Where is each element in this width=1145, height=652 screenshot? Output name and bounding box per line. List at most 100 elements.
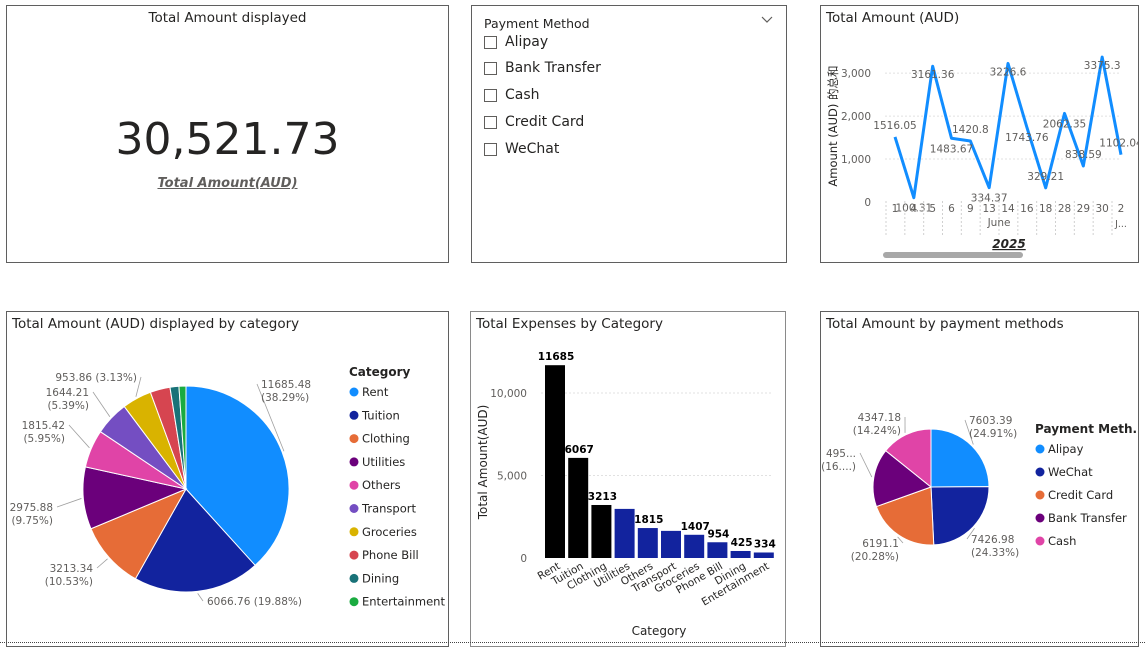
x-tick-label: 16 <box>1020 203 1034 215</box>
legend-marker <box>349 480 359 490</box>
legend-item: Others <box>362 478 401 492</box>
data-label: 1420.8 <box>952 124 989 136</box>
slicer-item-label: WeChat <box>505 141 560 157</box>
data-label: 838.59 <box>1065 149 1102 161</box>
legend-marker <box>349 597 359 607</box>
expenses-bar-chart: 05,00010,000Total Amount(AUD)11685Rent60… <box>476 351 776 638</box>
legend-item: Tuition <box>361 408 400 422</box>
checkbox[interactable] <box>484 142 497 156</box>
slicer-item-credit-card[interactable]: Credit Card <box>484 112 584 132</box>
y-axis-label: Total Amount(AUD) <box>476 405 490 521</box>
legend-marker <box>1035 444 1045 454</box>
bar-value-label: 1407 <box>681 521 710 533</box>
x-axis-label: Category <box>632 624 687 638</box>
legend-marker <box>349 387 359 397</box>
checkbox[interactable] <box>484 88 497 102</box>
slicer-item-bank-transfer[interactable]: Bank Transfer <box>484 58 601 78</box>
legend-item: Alipay <box>1048 442 1084 456</box>
slice-label: 495... <box>826 448 856 460</box>
expenses-bar-tile[interactable]: Total Expenses by Category 0 5,000 10,000 T… <box>470 311 786 647</box>
x-year-label: 2025 <box>992 237 1025 251</box>
y-axis-label: Amount (AUD) 的总和 <box>826 65 840 186</box>
bar <box>637 528 658 558</box>
legend-title: Payment Meth... <box>1035 422 1139 436</box>
slice-label: (24.91%) <box>969 428 1017 440</box>
legend-marker <box>349 434 359 444</box>
x-tick-label: 2 <box>1118 203 1125 215</box>
data-label: 3226.6 <box>990 66 1027 78</box>
data-label: 1743.76 <box>1005 132 1049 144</box>
leader-line <box>68 424 90 449</box>
x-tick-label: 6 <box>948 203 955 215</box>
bar <box>614 508 635 558</box>
x-tick-label: 28 <box>1058 203 1071 215</box>
slice-label: (24.33%) <box>971 547 1019 559</box>
leader-line <box>197 593 204 602</box>
legend-title: Category <box>349 365 411 379</box>
legend-marker <box>349 504 359 513</box>
slicer-item-wechat[interactable]: WeChat <box>484 139 559 159</box>
bar <box>545 365 565 558</box>
bar-value-label: 334 <box>754 538 776 550</box>
slice-label: 953.86 (3.13%) <box>55 372 137 384</box>
legend-marker <box>1035 490 1045 500</box>
y-tick-label: 0 <box>864 197 871 209</box>
x-group-label: J... <box>1114 219 1127 230</box>
legend-item: Bank Transfer <box>1048 511 1127 525</box>
bar <box>591 504 612 558</box>
bar-value-label: 11685 <box>538 351 575 363</box>
checkbox[interactable] <box>484 115 497 129</box>
slice-label: 11685.48 <box>261 379 311 391</box>
payment-pie-tile[interactable]: Total Amount by payment methods 7603.39(… <box>820 311 1139 647</box>
bar-value-label: 954 <box>707 528 729 540</box>
bar <box>707 542 728 558</box>
x-tick-label: 30 <box>1095 203 1108 215</box>
payment-method-slicer[interactable]: Payment Method Alipay Bank Transfer Cash… <box>471 5 787 263</box>
slice-label: (5.39%) <box>47 400 89 412</box>
slicer-item-alipay[interactable]: Alipay <box>484 32 548 52</box>
bar <box>568 457 589 558</box>
line-chart: 0 1,000 2,000 3,000Amount (AUD) 的总和 1516.05 1… <box>826 55 1139 258</box>
legend-item: Cash <box>1048 534 1076 548</box>
total-amount-card[interactable]: Total Amount displayed 30,521.73 Total A… <box>6 5 449 263</box>
slicer-item-cash[interactable]: Cash <box>484 85 540 105</box>
data-label: 1102.04 <box>1099 138 1139 150</box>
legend-marker <box>349 527 359 537</box>
slice-label: (16....) <box>821 461 856 473</box>
x-tick-label: 18 <box>1039 203 1052 215</box>
slice-label: (20.28%) <box>851 551 899 563</box>
category-pie-tile[interactable]: Total Amount (AUD) displayed by category… <box>6 311 449 647</box>
slice-label: 6191.1 <box>862 538 899 550</box>
legend-item: Rent <box>362 385 389 399</box>
y-tick-label: 2,000 <box>841 111 871 123</box>
y-tick-label: 0 <box>520 553 527 565</box>
legend-item: Credit Card <box>1048 488 1113 502</box>
leader-line <box>92 391 111 417</box>
card-value: 30,521.73 <box>115 114 340 165</box>
legend-marker <box>349 573 359 583</box>
page-divider <box>0 642 1145 643</box>
bar <box>684 534 705 558</box>
x-tick-label: 14 <box>1001 203 1015 215</box>
amount-line-chart-tile[interactable]: Total Amount (AUD) 0 1,000 2,000 3,000 Amoun… <box>820 5 1139 263</box>
x-tick-label: 5 <box>929 203 936 215</box>
leader-line <box>859 452 873 478</box>
slice-label: 3213.34 <box>50 563 94 575</box>
chevron-down-icon[interactable] <box>760 15 774 25</box>
data-label: 3161.36 <box>911 69 955 81</box>
payment-pie-chart: 7603.39(24.91%) 7426.98(24.33%) 6191.1(20.… <box>821 412 1139 563</box>
bar <box>661 530 681 558</box>
slice-label: 7426.98 <box>971 534 1014 546</box>
checkbox[interactable] <box>484 35 497 49</box>
horizontal-scrollbar[interactable] <box>883 252 1023 258</box>
slice-label: 4347.18 <box>858 412 901 424</box>
slicer-header: Payment Method <box>484 16 590 31</box>
legend-item: Entertainment <box>362 595 445 609</box>
slice-label: 2975.88 <box>10 502 53 514</box>
slice-label: 7603.39 <box>969 415 1012 427</box>
leader-line <box>96 558 108 569</box>
y-tick-label: 5,000 <box>497 471 527 483</box>
slicer-item-label: Bank Transfer <box>505 60 601 76</box>
checkbox[interactable] <box>484 61 497 75</box>
slice-label: (10.53%) <box>45 576 93 588</box>
